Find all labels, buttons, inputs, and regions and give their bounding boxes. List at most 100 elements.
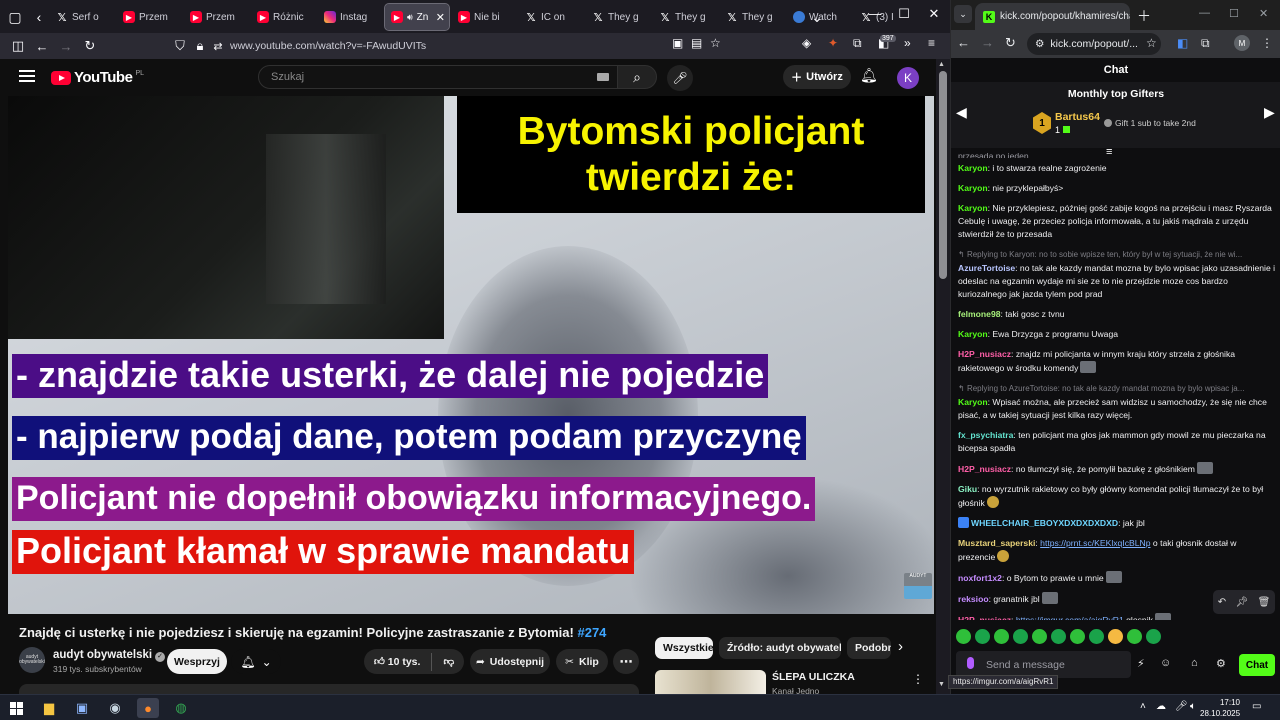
emote-1-icon[interactable] — [956, 629, 971, 644]
filter-chip[interactable]: Podobne — [847, 637, 891, 659]
emote-8-icon[interactable] — [1089, 629, 1104, 644]
chat-store-icon[interactable]: ⌂ — [1191, 657, 1198, 669]
chat-message[interactable]: Karyon: i to stwarza realne zagrożenie — [958, 162, 1276, 175]
chrome-reload-icon[interactable]: ↻ — [1005, 35, 1016, 51]
minimize-icon[interactable]: — — [860, 6, 890, 21]
chat-link[interactable]: https://prnt.sc/KEKlxqIcBLNp — [1040, 538, 1150, 548]
chat-mic-icon[interactable] — [967, 657, 974, 669]
browser-tab[interactable]: ▶ Różnic — [251, 4, 315, 30]
chat-send-button[interactable]: Chat — [1239, 654, 1275, 676]
extension-fox-icon[interactable]: ✦ — [828, 36, 838, 50]
more-actions-button[interactable]: ⋯ — [613, 649, 639, 674]
chat-username[interactable]: reksioo — [958, 594, 989, 604]
steam-icon[interactable]: ◉ — [104, 698, 126, 718]
chat-emote-icon[interactable] — [1041, 592, 1058, 604]
chrome-taskbar-icon[interactable]: ◍ — [170, 698, 192, 718]
channel-avatar[interactable]: audyt obywatelski — [19, 647, 45, 673]
file-explorer-icon[interactable]: ▆ — [38, 698, 60, 718]
chrome-extension-icon[interactable]: ◧ — [1177, 36, 1188, 50]
speaker-icon[interactable]: 🔈︎ — [1190, 701, 1196, 712]
chat-message-input[interactable]: Send a message — [956, 651, 1131, 678]
search-button[interactable]: ⌕ — [617, 65, 657, 89]
tab-list-icon[interactable]: ▢ — [4, 6, 26, 28]
emote-6-icon[interactable] — [1051, 629, 1066, 644]
delete-icon[interactable]: 🗑︎ — [1258, 597, 1271, 608]
filter-chip[interactable]: Źródło: audyt obywatelski — [719, 637, 841, 659]
chat-message[interactable]: H2P_nusiacz: https://imgur.com/a/aigRvR1… — [958, 613, 1276, 620]
emote-5-icon[interactable] — [1032, 629, 1047, 644]
overflow-menu-icon[interactable]: » — [904, 36, 911, 50]
browser-tab[interactable]: 𝕏 IC on — [519, 4, 583, 30]
notification-toggle-button[interactable]: 🔔︎ ⌄ — [231, 649, 281, 674]
filter-chip[interactable]: Wszystkie — [655, 637, 713, 659]
chat-message[interactable]: felmone98: taki gosc z tvnu — [958, 308, 1276, 321]
chat-emote-icon[interactable] — [1080, 361, 1097, 373]
browser-tab[interactable]: ▶ Przem — [117, 4, 181, 30]
emote-10-icon[interactable] — [1127, 629, 1142, 644]
recommended-title[interactable]: ŚLEPA ULICZKA — [772, 671, 855, 683]
reply-context[interactable]: ↰ Replying to Karyon: no to sobie wpisze… — [958, 248, 1276, 261]
permissions-icon[interactable]: ⇄ — [208, 36, 228, 56]
chat-username[interactable]: H2P_nusiacz — [958, 464, 1011, 474]
chat-link[interactable]: https://imgur.com/a/aigRvR1 — [1016, 615, 1124, 620]
chips-next-icon[interactable]: › — [898, 638, 903, 655]
chat-message[interactable]: fx_psychiatra: ten policjant ma głos jak… — [958, 429, 1276, 455]
chat-message[interactable]: noxfort1x2: o Bytom to prawie u mnie — [958, 571, 1276, 585]
guide-menu-icon[interactable] — [19, 70, 35, 82]
browser-tab[interactable]: ▶ 🔊︎ Zn ✕ — [384, 3, 450, 31]
chat-username[interactable]: fx_psychiatra — [958, 430, 1013, 440]
chat-username[interactable]: Karyon — [958, 329, 988, 339]
gifters-prev-icon[interactable]: ◀ — [956, 104, 967, 121]
chat-message[interactable]: WHEELCHAIR_EBOYXDXDXDXDXD: jak jbl — [958, 517, 1276, 530]
chat-message[interactable]: ↰ Replying to AzureTortoise: no tak ale … — [958, 382, 1276, 422]
close-window-icon[interactable]: ✕ — [919, 6, 949, 22]
reader-view-icon[interactable]: ▤ — [691, 36, 702, 50]
emote-7-icon[interactable] — [1070, 629, 1085, 644]
youtube-logo[interactable]: YouTube PL — [51, 69, 144, 86]
app-menu-icon[interactable]: ≡ — [928, 36, 935, 50]
emote-2-icon[interactable] — [975, 629, 990, 644]
chrome-extensions-puzzle-icon[interactable]: ⧉ — [1201, 36, 1210, 51]
browser-tab[interactable]: Instag — [318, 4, 382, 30]
scroll-up-icon[interactable]: ▲ — [938, 61, 945, 68]
scroll-tabs-left-icon[interactable]: ‹ — [28, 6, 50, 28]
chrome-tab-kick[interactable]: K kick.com/popout/khamires/chat ✕ — [975, 3, 1130, 30]
quick-emote-icon[interactable]: ⚡ — [1137, 657, 1145, 670]
scrollbar-thumb[interactable] — [939, 71, 947, 279]
cloud-icon[interactable]: ☁ — [1156, 701, 1166, 712]
notifications-icon[interactable]: ▭ — [1252, 701, 1261, 712]
browser-tab[interactable]: 𝕏 They g — [586, 4, 650, 30]
notifications-bell-icon[interactable]: 🔔︎ — [860, 67, 878, 84]
extensions-icon[interactable]: ⧉ — [853, 36, 862, 51]
browser-tab[interactable]: 𝕏 Serf o — [50, 4, 114, 30]
chat-username[interactable]: AzureTortoise — [958, 263, 1015, 273]
extension-shield-icon[interactable]: ◈ — [802, 36, 811, 50]
emote-11-icon[interactable] — [1146, 629, 1161, 644]
lock-icon[interactable]: 🔒︎ — [190, 36, 210, 56]
chat-message[interactable]: ↰ Replying to Karyon: no to sobie wpisze… — [958, 248, 1276, 301]
emote-4-icon[interactable] — [1013, 629, 1028, 644]
site-info-icon[interactable]: ⚙ — [1035, 38, 1044, 50]
emoji-picker-icon[interactable]: ☺ — [1160, 657, 1171, 669]
channel-watermark[interactable]: AUDYT — [904, 573, 932, 599]
chat-emote-icon[interactable] — [997, 550, 1010, 562]
chrome-maximize-icon[interactable]: ☐ — [1229, 7, 1239, 20]
create-button[interactable]: ＋ Utwórz — [783, 65, 851, 89]
chat-emote-icon[interactable] — [1105, 571, 1122, 583]
support-button[interactable]: Wesprzyj — [167, 649, 227, 674]
chat-message[interactable]: Karyon: Ewa Drzyzga z programu Uwaga — [958, 328, 1276, 341]
channel-name[interactable]: audyt obywatelski ✓ — [53, 649, 166, 662]
search-input[interactable]: Szukaj — [258, 65, 618, 89]
browser-tab[interactable]: ▶ Nie bi — [452, 4, 516, 30]
emote-9-icon[interactable] — [1108, 629, 1123, 644]
chat-message[interactable]: Karyon: Nie przyklepiesz, później gość z… — [958, 202, 1276, 241]
like-button[interactable]: 👍︎ 10 tys. — [374, 655, 421, 668]
account-avatar[interactable]: K — [897, 67, 919, 89]
maximize-icon[interactable]: ☐ — [889, 6, 919, 22]
computer-app-icon[interactable]: ▣ — [71, 698, 93, 718]
audio-playing-icon[interactable]: 🔊︎ — [407, 12, 413, 23]
gifters-next-icon[interactable]: ▶ — [1264, 104, 1275, 121]
reload-icon[interactable]: ↻ — [80, 36, 100, 56]
chrome-bookmark-star-icon[interactable]: ☆ — [1146, 36, 1157, 50]
chat-username[interactable]: H2P_nusiacz — [958, 615, 1011, 620]
